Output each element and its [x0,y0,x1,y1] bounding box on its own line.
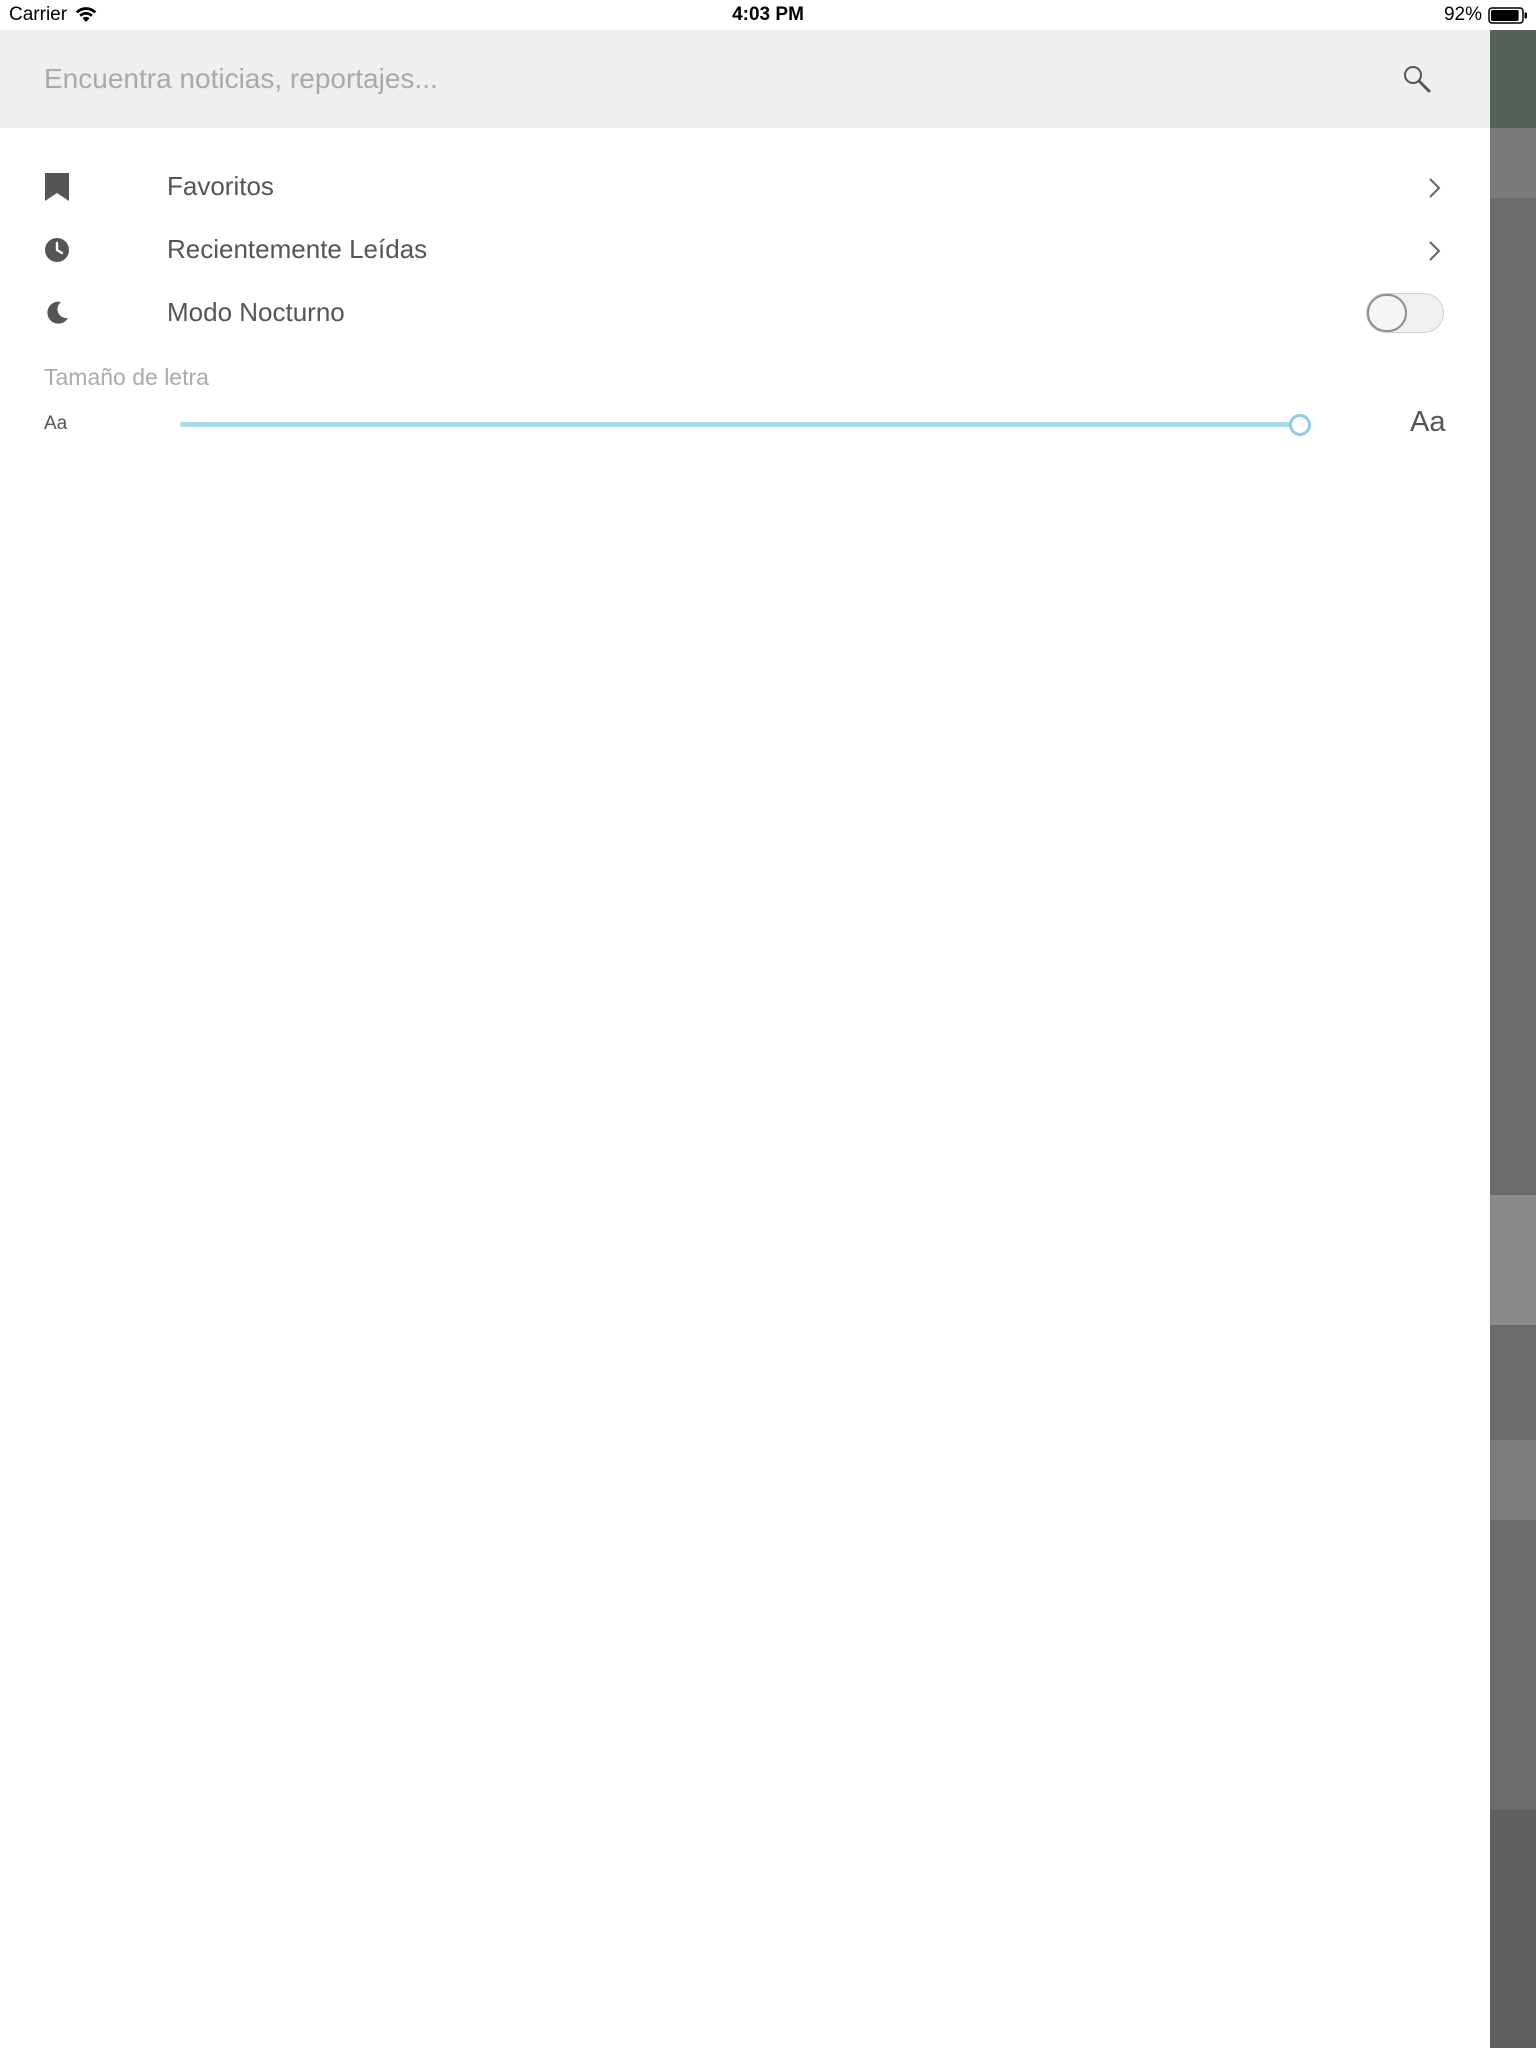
overlay-band [1490,128,1536,198]
chevron-right-icon [1429,241,1441,261]
slider-thumb[interactable] [1289,414,1311,436]
font-size-large-icon: Aa [1410,406,1446,438]
search-input[interactable] [44,56,1344,102]
font-size-small-icon: Aa [44,413,68,434]
side-drawer: Favoritos Recientemente Leídas Modo Noct… [0,30,1490,2048]
menu-item-label: Modo Nocturno [167,297,345,327]
menu-item-label: Favoritos [167,171,274,201]
menu-item-label: Recientemente Leídas [167,234,428,264]
overlay-band [1490,30,1536,128]
search-icon[interactable] [1402,64,1432,94]
menu-item-recientemente-leidas[interactable]: Recientemente Leídas [0,219,1490,281]
toggle-knob [1367,294,1407,332]
overlay-band [1490,1195,1536,1325]
battery-icon [1488,7,1527,24]
slider-fill [180,422,1300,427]
chevron-right-icon [1429,178,1441,198]
menu-item-favoritos[interactable]: Favoritos [0,156,1490,218]
moon-icon [47,301,68,324]
clock-time: 4:03 PM [732,4,804,25]
menu-item-modo-nocturno: Modo Nocturno [0,282,1490,344]
night-mode-toggle[interactable] [1366,293,1444,333]
status-bar: Carrier 4:03 PM 92% [0,0,1536,30]
battery-percent: 92% [1443,4,1482,25]
search-bar [0,30,1490,128]
overlay-band [1490,1810,1536,2048]
font-size-slider[interactable] [180,422,1300,427]
clock-icon [45,238,69,262]
bookmark-icon [45,173,69,201]
overlay-band [1490,1440,1536,1520]
font-size-label: Tamaño de letra [44,364,209,390]
background-overlay[interactable] [1490,30,1536,2048]
